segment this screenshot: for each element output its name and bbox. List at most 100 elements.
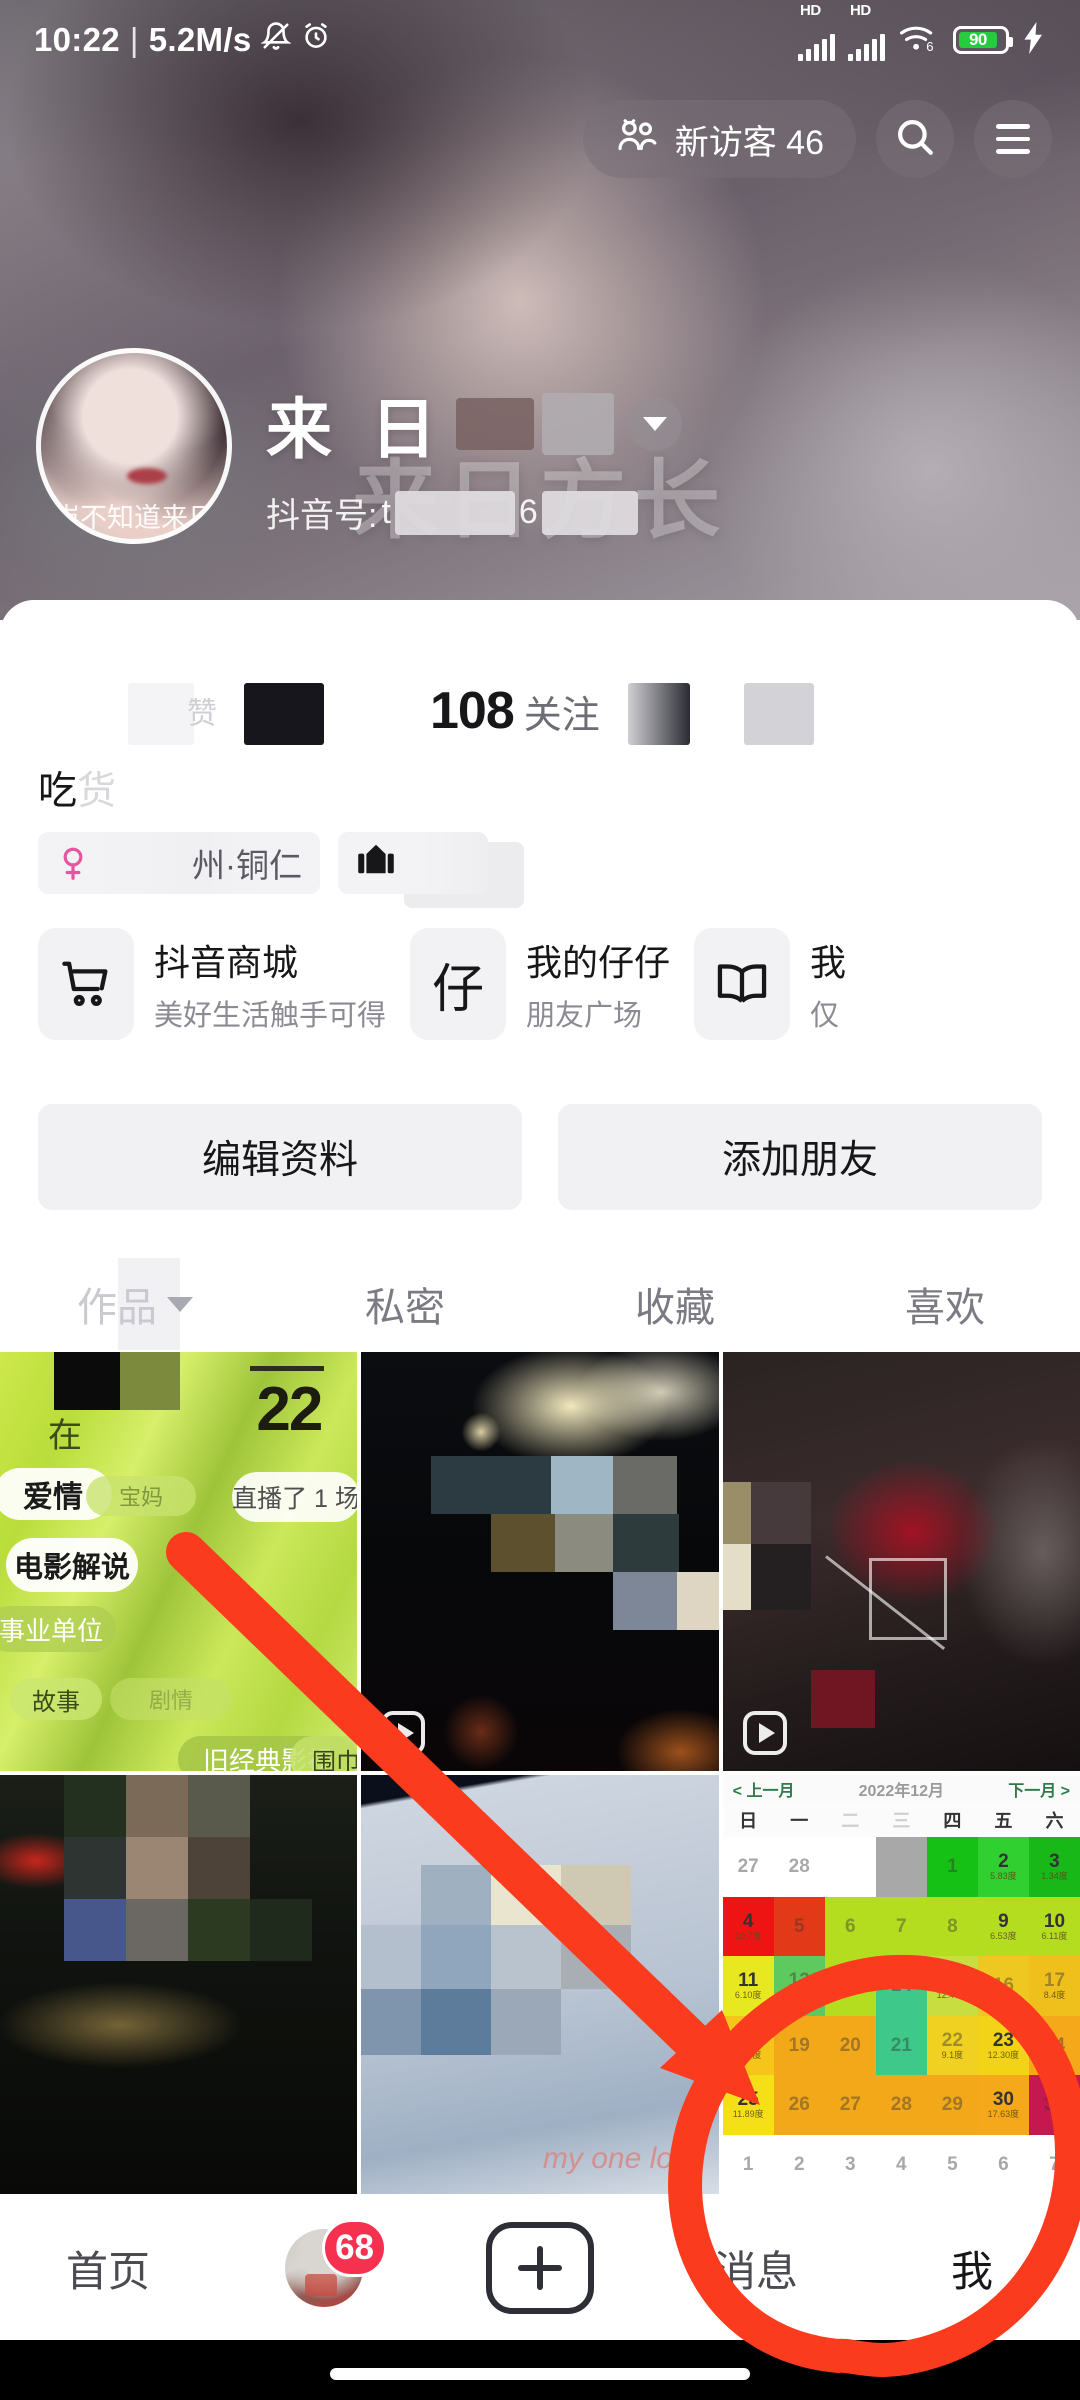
calendar-day-cell[interactable]: 21 [875, 2015, 927, 2075]
calendar-day-cell[interactable]: 27 [722, 1837, 774, 1897]
calendar-day-cell[interactable]: 22 9.1度 [926, 2015, 978, 2075]
calendar-day-cell[interactable]: 30 17.63度 [977, 2075, 1029, 2135]
calendar-day-number: 11 [738, 1970, 759, 1992]
calendar-day-cell[interactable]: 8 [926, 1896, 978, 1956]
profile-bio[interactable]: 吃 货 [38, 760, 116, 816]
calendar-day-cell[interactable]: 4 [875, 2134, 927, 2194]
calendar-prev-month[interactable]: < 上一月 [733, 1777, 795, 1801]
calendar-day-cell[interactable]: 26 [773, 2075, 825, 2135]
calendar-day-cell[interactable]: 2 5.83度 [977, 1837, 1029, 1897]
service-card-mall[interactable]: 抖音商城 美好生活触手可得 [38, 928, 386, 1040]
tab-collections[interactable]: 收藏 [540, 1275, 810, 1333]
tab-likes[interactable]: 喜欢 [810, 1275, 1080, 1333]
calendar-day-cell[interactable]: 25 11.89度 [722, 2075, 774, 2135]
calendar-day-cell[interactable]: 5 [926, 2134, 978, 2194]
calendar-day-cell[interactable]: 5 [773, 1896, 825, 1956]
calendar-day-number: 1 [742, 2153, 754, 2175]
video-thumbnail-6-calendar[interactable]: < 上一月 2022年12月 下一月 > 日一二三四五六 27 28 1 2 5.83度… [722, 1775, 1080, 2194]
video-thumbnail-2[interactable] [361, 1352, 719, 1771]
calendar-day-cell[interactable]: 3 1.34度 [1028, 1837, 1080, 1897]
tab-private[interactable]: 私密 [270, 1275, 540, 1333]
redacted-school-part [422, 832, 488, 894]
calendar-day-number: 28 [890, 2094, 912, 2116]
edit-profile-button[interactable]: 编辑资料 [38, 1104, 522, 1210]
calendar-day-cell[interactable]: 1 [926, 1837, 978, 1897]
calendar-day-cell[interactable] [824, 1837, 876, 1897]
calendar-day-cell[interactable]: 28 [773, 1837, 825, 1897]
profile-stats-row: 赞 108 关注 [0, 645, 1080, 755]
calendar-day-cell[interactable]: 20 [824, 2015, 876, 2075]
video-thumbnail-3[interactable] [722, 1352, 1080, 1771]
service-card-zaizai-text: 我的仔仔 朋友广场 [526, 934, 670, 1034]
calendar-day-cell[interactable] [875, 1837, 927, 1897]
calendar-day-cell[interactable]: 12 5.05度 [773, 1956, 825, 2016]
calendar-day-cell[interactable]: 6 [824, 1896, 876, 1956]
calendar-day-cell[interactable]: 23 12.30度 [977, 2015, 1029, 2075]
chevron-down-icon[interactable] [628, 397, 683, 451]
calendar-day-cell[interactable]: 7 [875, 1896, 927, 1956]
calendar-weekday: 日 [739, 1811, 758, 1831]
calendar-day-cell[interactable]: 31 [1028, 2075, 1080, 2135]
calendar-day-cell[interactable]: 28 [875, 2075, 927, 2135]
calendar-day-number: 30 [992, 2089, 1014, 2111]
calendar-day-cell[interactable]: 19 [773, 2015, 825, 2075]
calendar-day-cell[interactable]: 3 [824, 2134, 876, 2194]
add-friend-button[interactable]: 添加朋友 [558, 1104, 1042, 1210]
calendar-day-cell[interactable]: 1 [722, 2134, 774, 2194]
calendar-day-number: 2 [793, 2153, 805, 2175]
nav-create[interactable] [432, 2222, 648, 2314]
calendar-day-cell[interactable]: 9 6.53度 [977, 1896, 1029, 1956]
calendar-day-number: 31 [1043, 2094, 1066, 2116]
calendar-day-cell[interactable]: 17 8.4度 [1028, 1956, 1080, 2016]
calendar-day-number: 22 [941, 2029, 963, 2051]
avatar[interactable]: 岂不知道来日 [36, 348, 232, 544]
location-tag[interactable]: 州·铜仁 [38, 832, 320, 894]
wifi-6-icon: 6 [898, 22, 940, 59]
school-tag[interactable]: 识 [338, 832, 488, 894]
calendar-day-cell[interactable]: 13 [824, 1956, 876, 2016]
tab-works[interactable]: 作品 [0, 1275, 270, 1333]
nav-messages[interactable]: 消息 [648, 2238, 864, 2299]
service-card-book[interactable]: 我 仅 [694, 928, 846, 1040]
video-thumbnail-1[interactable]: 在 22 爱情 宝妈 直播了 1 场 电影解说 事业单位 故事 剧情 旧经典影视… [0, 1352, 358, 1771]
calendar-day-cell[interactable]: 7 [1028, 2134, 1080, 2194]
calendar-weekday: 六 [1045, 1811, 1064, 1831]
douyin-id-row[interactable]: 抖音号: t 6 [266, 488, 682, 537]
display-name-row[interactable]: 来 日 [266, 376, 683, 472]
calendar-day-cell[interactable]: 16 [977, 1956, 1029, 2016]
following-stat[interactable]: 108 关注 [430, 681, 600, 741]
service-card-mall-text: 抖音商城 美好生活触手可得 [154, 934, 386, 1034]
service-subtitle: 朋友广场 [526, 1000, 643, 1032]
nav-friends[interactable]: 68 [216, 2219, 432, 2307]
calendar-day-number: 8 [947, 1915, 958, 1937]
new-visitors-button[interactable]: 新访客 46 [582, 100, 856, 178]
calendar-day-cell[interactable]: 2 [773, 2134, 825, 2194]
nav-me[interactable]: 我 [864, 2238, 1080, 2299]
calendar-day-cell[interactable]: 10 6.11度 [1028, 1896, 1080, 1956]
calendar-day-cell[interactable]: 15 12.46度 [926, 1956, 978, 2016]
calendar-day-cell[interactable]: 27 [824, 2075, 876, 2135]
calendar-day-sub: 5.83度 [990, 1871, 1017, 1882]
calendar-day-cell[interactable]: 11 6.10度 [722, 1956, 774, 2016]
menu-button[interactable] [974, 100, 1052, 178]
video-thumbnail-5[interactable]: my one love [361, 1775, 719, 2194]
calendar-day-cell[interactable]: 6 [977, 2134, 1029, 2194]
new-visitors-label: 新访客 46 [674, 123, 824, 162]
calendar-day-number: 5 [793, 1915, 805, 1937]
calendar-day-number: 13 [839, 1975, 861, 1997]
video-thumbnail-4[interactable] [0, 1775, 358, 2194]
service-subtitle: 仅 [810, 1000, 840, 1032]
redacted-stat-2 [244, 683, 324, 745]
service-title: 我的仔仔 [526, 942, 671, 983]
header-actions: 新访客 46 [582, 100, 1052, 178]
service-card-zaizai[interactable]: 仔 我的仔仔 朋友广场 [410, 928, 670, 1040]
status-network-speed: 5.2M/s [148, 21, 252, 58]
calendar-day-cell[interactable]: 24 [1028, 2015, 1080, 2075]
calendar-next-month[interactable]: 下一月 > [1008, 1777, 1070, 1801]
search-button[interactable] [876, 100, 954, 178]
calendar-day-cell[interactable]: 4 10.7度 [722, 1896, 774, 1956]
calendar-day-cell[interactable]: 14 [875, 1956, 927, 2016]
nav-home[interactable]: 首页 [0, 2238, 216, 2299]
calendar-day-cell[interactable]: 29 [926, 2075, 978, 2135]
calendar-day-cell[interactable]: 18 9.10度 [722, 2015, 774, 2075]
